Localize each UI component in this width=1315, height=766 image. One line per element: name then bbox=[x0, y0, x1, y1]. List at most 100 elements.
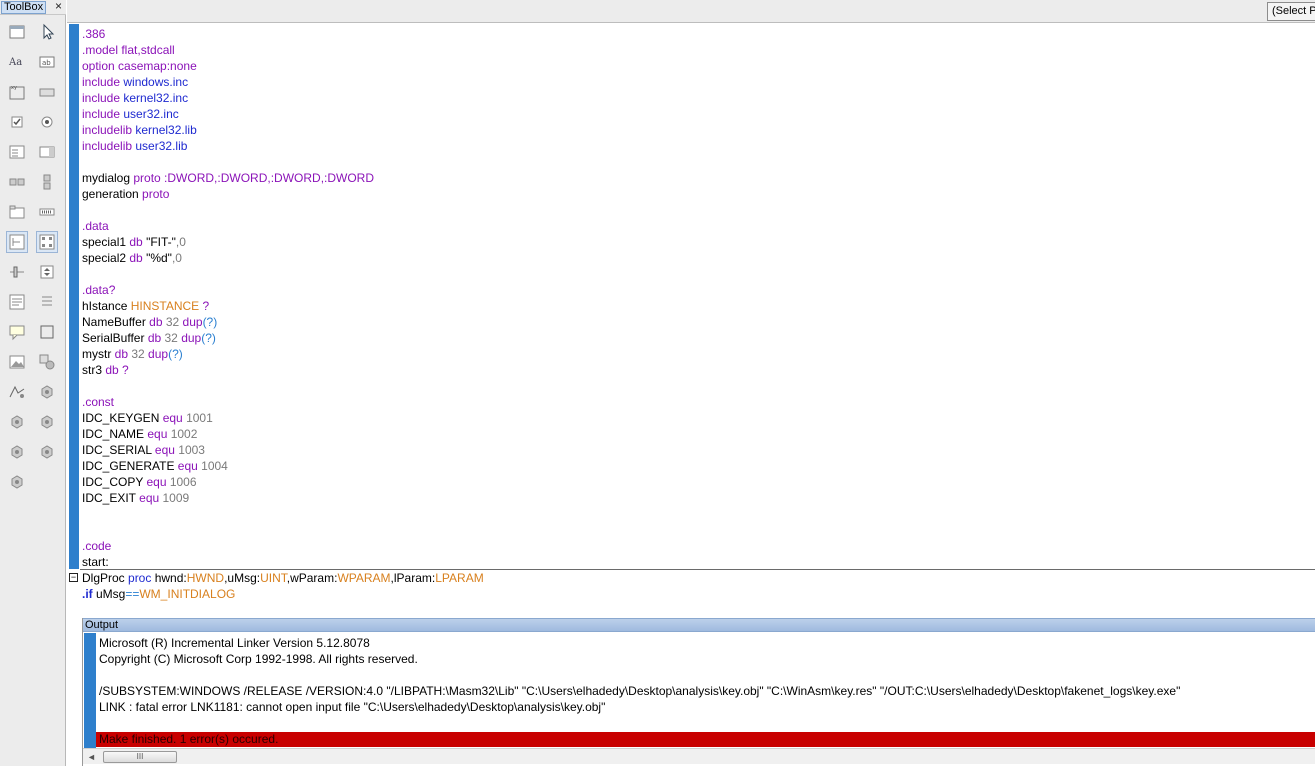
listview-tool-icon[interactable] bbox=[36, 231, 58, 253]
code-line[interactable]: .386 bbox=[82, 26, 484, 42]
code-token: proto bbox=[142, 187, 170, 201]
vertical-scroll-tool-icon[interactable] bbox=[36, 171, 58, 193]
updown-tool-icon[interactable] bbox=[36, 261, 58, 283]
scroll-left-arrow-icon[interactable]: ◄ bbox=[87, 751, 97, 763]
code-line[interactable]: IDC_GENERATE equ 1004 bbox=[82, 458, 484, 474]
code-token: includelib bbox=[82, 139, 136, 153]
code-token: DlgProc bbox=[82, 571, 129, 585]
treeview-tool-icon[interactable] bbox=[6, 231, 28, 253]
image-list-tool-icon[interactable] bbox=[36, 291, 58, 313]
code-line[interactable] bbox=[82, 202, 484, 218]
code-line[interactable]: IDC_SERIAL equ 1003 bbox=[82, 442, 484, 458]
code-line[interactable]: SerialBuffer db 32 dup(?) bbox=[82, 330, 484, 346]
output-text[interactable]: Microsoft (R) Incremental Linker Version… bbox=[99, 635, 1180, 715]
code-line[interactable]: .code bbox=[82, 538, 484, 554]
code-line[interactable]: IDC_KEYGEN equ 1001 bbox=[82, 410, 484, 426]
code-line[interactable]: IDC_EXIT equ 1009 bbox=[82, 490, 484, 506]
code-token: IDC_SERIAL bbox=[82, 443, 155, 457]
procedure-select-dropdown[interactable]: (Select Pr bbox=[1267, 2, 1315, 21]
trackbar-tool-icon[interactable] bbox=[6, 261, 28, 283]
code-line[interactable]: generation proto bbox=[82, 186, 484, 202]
custom-control-icon[interactable] bbox=[36, 441, 58, 463]
radio-button-tool-icon[interactable] bbox=[36, 111, 58, 133]
code-token: include bbox=[82, 75, 124, 89]
custom-control-icon[interactable] bbox=[36, 381, 58, 403]
group-box-tool-icon[interactable]: xy bbox=[6, 81, 28, 103]
code-line[interactable]: mystr db 32 dup(?) bbox=[82, 346, 484, 362]
code-token: dup bbox=[182, 315, 203, 329]
code-line[interactable]: .if uMsg==WM_INITDIALOG bbox=[82, 586, 484, 602]
tool-tip-tool-icon[interactable] bbox=[6, 321, 28, 343]
shape-tool-icon[interactable] bbox=[36, 351, 58, 373]
checkbox-tool-icon[interactable] bbox=[6, 111, 28, 133]
output-line: Microsoft (R) Incremental Linker Version… bbox=[99, 636, 370, 650]
horizontal-scroll-tool-icon[interactable] bbox=[6, 171, 28, 193]
code-line[interactable]: special1 db "FIT-",0 bbox=[82, 234, 484, 250]
code-line[interactable]: .model flat,stdcall bbox=[82, 42, 484, 58]
code-text[interactable]: .386 .model flat,stdcall option casemap:no… bbox=[82, 26, 484, 602]
image-tool-icon[interactable] bbox=[6, 351, 28, 373]
code-line[interactable]: mydialog proto :DWORD,:DWORD,:DWORD,:DWO… bbox=[82, 170, 484, 186]
code-line[interactable]: option casemap:none bbox=[82, 58, 484, 74]
custom-control-icon[interactable] bbox=[6, 471, 28, 493]
tab-control-tool-icon[interactable] bbox=[6, 201, 28, 223]
toolbox-close-button[interactable]: × bbox=[53, 0, 64, 13]
collapse-icon[interactable]: − bbox=[69, 573, 78, 582]
svg-text:xy: xy bbox=[11, 85, 17, 91]
pointer-tool-icon[interactable] bbox=[36, 21, 58, 43]
button-tool-icon[interactable] bbox=[36, 81, 58, 103]
output-horizontal-scrollbar[interactable]: ◄ III bbox=[83, 748, 1315, 764]
edit-box-tool-icon[interactable]: ab bbox=[36, 51, 58, 73]
custom-control-icon[interactable] bbox=[6, 411, 28, 433]
code-line[interactable]: NameBuffer db 32 dup(?) bbox=[82, 314, 484, 330]
code-token: == bbox=[125, 587, 140, 601]
code-line[interactable]: include windows.inc bbox=[82, 74, 484, 90]
code-token: includelib bbox=[82, 123, 136, 137]
code-token: db ? bbox=[105, 363, 129, 377]
code-line[interactable] bbox=[82, 522, 484, 538]
code-token: WPARAM bbox=[337, 571, 391, 585]
code-line[interactable]: .const bbox=[82, 394, 484, 410]
scroll-thumb[interactable]: III bbox=[103, 751, 177, 763]
code-line[interactable]: IDC_NAME equ 1002 bbox=[82, 426, 484, 442]
code-line[interactable] bbox=[82, 378, 484, 394]
code-token: windows.inc bbox=[123, 75, 189, 89]
custom-control-icon[interactable] bbox=[6, 441, 28, 463]
progress-bar-tool-icon[interactable] bbox=[36, 201, 58, 223]
code-token: .data bbox=[82, 219, 109, 233]
code-token: (?) bbox=[168, 347, 183, 361]
code-token: 1001 bbox=[186, 411, 213, 425]
code-line[interactable]: IDC_COPY equ 1006 bbox=[82, 474, 484, 490]
code-line[interactable] bbox=[82, 506, 484, 522]
project-toolbar: (Select Pr bbox=[67, 0, 1315, 23]
code-token: user32.lib bbox=[135, 139, 188, 153]
code-line[interactable]: includelib kernel32.lib bbox=[82, 122, 484, 138]
richedit-tool-icon[interactable] bbox=[6, 291, 28, 313]
code-line[interactable]: hIstance HINSTANCE ? bbox=[82, 298, 484, 314]
code-line[interactable]: special2 db "%d",0 bbox=[82, 250, 484, 266]
code-line[interactable]: includelib user32.lib bbox=[82, 138, 484, 154]
static-text-tool-icon[interactable]: Aa bbox=[6, 51, 28, 73]
code-line[interactable] bbox=[82, 266, 484, 282]
code-editor[interactable]: − .386 .model flat,stdcall option casemap:… bbox=[67, 24, 1315, 604]
code-line[interactable]: include kernel32.inc bbox=[82, 90, 484, 106]
code-line[interactable] bbox=[82, 154, 484, 170]
code-line[interactable]: include user32.inc bbox=[82, 106, 484, 122]
code-token: IDC_COPY bbox=[82, 475, 147, 489]
code-line[interactable]: .data bbox=[82, 218, 484, 234]
code-token: ,uMsg: bbox=[224, 571, 261, 585]
custom-control-icon[interactable] bbox=[36, 411, 58, 433]
output-error-line[interactable]: Make finished. 1 error(s) occured. bbox=[96, 732, 1315, 747]
code-line[interactable]: start: bbox=[82, 554, 484, 570]
code-line[interactable]: .data? bbox=[82, 282, 484, 298]
animate-tool-icon[interactable] bbox=[6, 381, 28, 403]
code-token: ,0 bbox=[171, 251, 182, 265]
dialog-tool-icon[interactable] bbox=[6, 21, 28, 43]
editor-gutter bbox=[67, 24, 80, 569]
code-line[interactable]: DlgProc proc hwnd:HWND,uMsg:UINT,wParam:… bbox=[82, 570, 484, 586]
combo-box-tool-icon[interactable] bbox=[6, 141, 28, 163]
rectangle-tool-icon[interactable] bbox=[36, 321, 58, 343]
list-box-tool-icon[interactable] bbox=[36, 141, 58, 163]
code-token: str3 bbox=[82, 363, 106, 377]
code-line[interactable]: str3 db ? bbox=[82, 362, 484, 378]
